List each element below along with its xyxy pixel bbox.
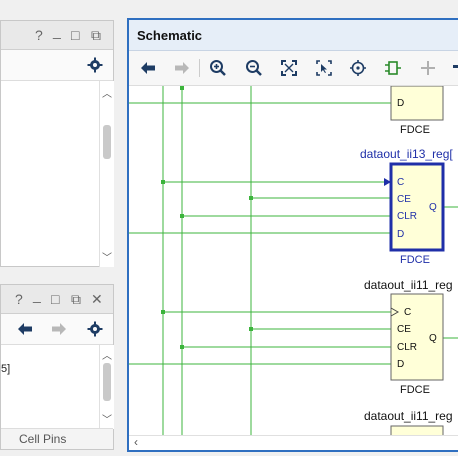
- scroll-up-icon[interactable]: ︿: [100, 85, 114, 100]
- pin-label: CE: [397, 324, 411, 335]
- scroll-down-icon[interactable]: ﹀: [100, 249, 114, 264]
- schematic-cell[interactable]: D FDCE: [390, 86, 444, 136]
- scroll-up-icon[interactable]: ︿: [100, 347, 114, 362]
- pin-label: CLR: [397, 342, 417, 353]
- minimize-button[interactable]: _: [33, 287, 41, 303]
- pin-label: D: [397, 98, 404, 109]
- vertical-scrollbar[interactable]: ︿ ﹀: [99, 345, 114, 429]
- pin-label: CE: [397, 194, 411, 205]
- scroll-left-icon[interactable]: ‹: [134, 435, 138, 449]
- list-item-text: 5]: [1, 363, 11, 375]
- cell-type-label: FDCE: [400, 124, 430, 136]
- cell-name-label: dataout_ii13_reg[: [360, 147, 453, 161]
- scroll-thumb[interactable]: [103, 125, 111, 159]
- toolbar-divider: [199, 59, 200, 77]
- panel-header: ? _ □ ⧉: [1, 21, 113, 50]
- zoom-in-icon[interactable]: [209, 59, 227, 77]
- schematic-cell-selected[interactable]: dataout_ii13_reg[ C CE CLR D Q FDCE: [360, 147, 453, 266]
- pin-label: CLR: [397, 211, 417, 222]
- pin-label: C: [404, 307, 411, 318]
- pin-label: D: [397, 229, 404, 240]
- zoom-area-icon[interactable]: [315, 59, 333, 77]
- more-icon[interactable]: [453, 65, 458, 68]
- regenerate-icon[interactable]: [384, 59, 402, 77]
- vertical-scrollbar[interactable]: ︿ ﹀: [99, 81, 114, 267]
- forward-icon[interactable]: [173, 61, 191, 75]
- page-title: Schematic: [137, 28, 203, 43]
- panel-toolbar: [1, 50, 113, 81]
- maximize-button[interactable]: □: [71, 27, 79, 43]
- cell-type-label: FDCE: [400, 254, 430, 266]
- scroll-thumb[interactable]: [103, 363, 111, 401]
- minimize-button[interactable]: _: [53, 23, 61, 39]
- schematic-panel: Schematic D FDCE dataout_ii13_reg[C CE …: [127, 18, 458, 452]
- tab-bar: Cell Pins: [1, 428, 113, 449]
- restore-button[interactable]: ⧉: [91, 27, 101, 44]
- tab-cell-pins[interactable]: Cell Pins: [19, 432, 66, 446]
- cell-name-label: dataout_ii11_reg: [364, 278, 453, 292]
- add-icon[interactable]: [419, 59, 437, 77]
- left-top-panel: ? _ □ ⧉ ︿ ﹀: [0, 20, 114, 267]
- restore-button[interactable]: ⧉: [71, 291, 81, 308]
- left-bottom-panel: ? _ □ ⧉ ✕ 5] ︿ ﹀ Cell Pins: [0, 284, 114, 450]
- cell-type-label: FDCE: [400, 384, 430, 396]
- gear-icon[interactable]: [87, 321, 103, 337]
- back-icon[interactable]: [17, 322, 33, 336]
- pin-label: Q: [429, 202, 437, 213]
- scroll-down-icon[interactable]: ﹀: [100, 411, 114, 426]
- fit-icon[interactable]: [280, 59, 298, 77]
- pin-label: Q: [429, 333, 437, 344]
- back-icon[interactable]: [139, 61, 157, 75]
- schematic-toolbar: [129, 51, 458, 86]
- schematic-header: Schematic: [129, 20, 458, 51]
- pin-label: D: [397, 359, 404, 370]
- zoom-out-icon[interactable]: [245, 59, 263, 77]
- close-button[interactable]: ✕: [91, 291, 103, 308]
- pin-label: C: [397, 177, 404, 188]
- help-button[interactable]: ?: [35, 27, 43, 43]
- gear-icon[interactable]: [87, 57, 103, 73]
- forward-icon[interactable]: [51, 322, 67, 336]
- horizontal-scrollbar[interactable]: ‹: [129, 435, 458, 450]
- panel-toolbar: [1, 314, 113, 345]
- cell-name-label: dataout_ii11_reg: [364, 409, 453, 423]
- center-icon[interactable]: [349, 59, 367, 77]
- net-junctions: [161, 86, 253, 349]
- schematic-cell[interactable]: dataout_ii11_reg C CE CLR D Q FDCE: [364, 278, 453, 396]
- maximize-button[interactable]: □: [51, 291, 59, 307]
- help-button[interactable]: ?: [15, 291, 23, 307]
- panel-header: ? _ □ ⧉ ✕: [1, 285, 113, 314]
- schematic-canvas[interactable]: D FDCE dataout_ii13_reg[ C CE CLR D Q FD…: [129, 86, 458, 452]
